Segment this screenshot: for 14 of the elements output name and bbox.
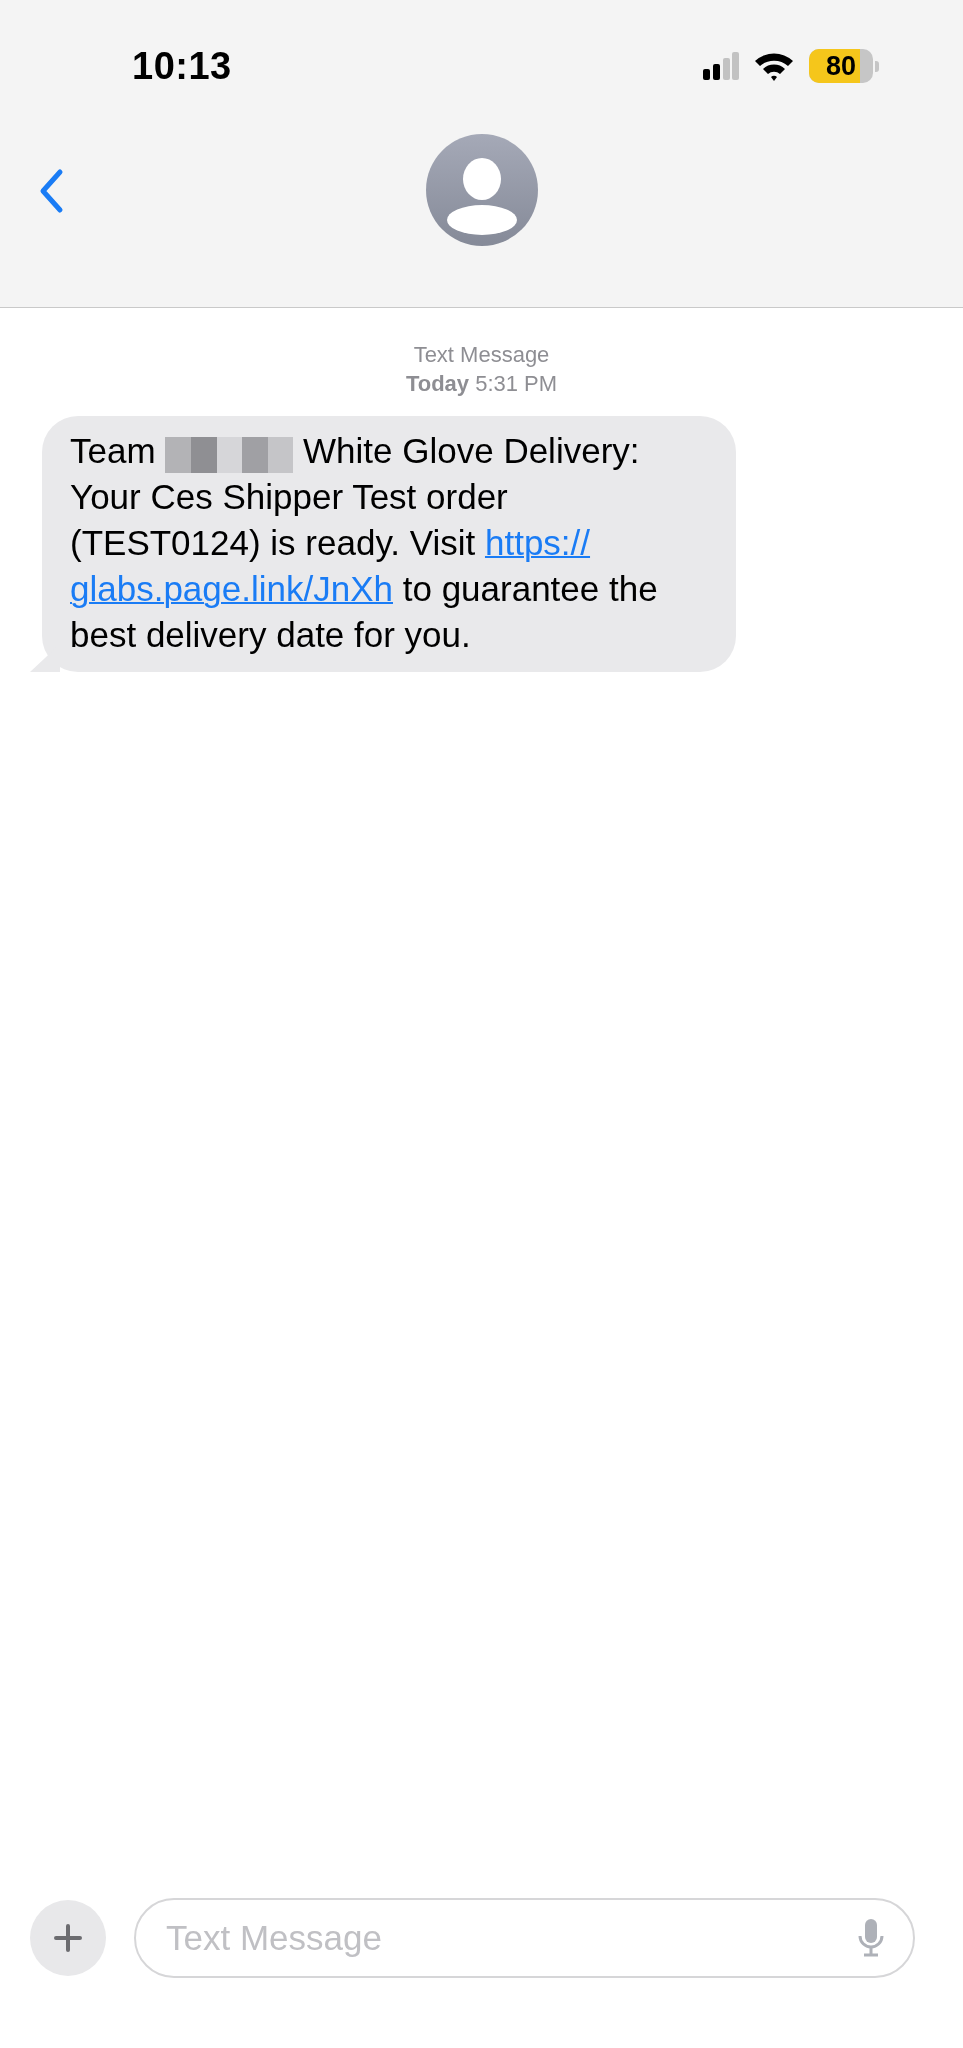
back-chevron-icon[interactable] [38,168,64,214]
input-field-frame[interactable]: Text Message [134,1898,915,1978]
message-link[interactable]: https:// [484,523,591,562]
battery-percent: 80 [824,50,857,83]
message-timestamp: Today 5:31 PM [405,370,558,398]
message-text: Team White Glove Delivery: Your Ces Shipper Test order (TEST0124) is ready. Visit https:// glabs.page.link/JnXh to guarantee the best delivery date for you. [70,430,659,656]
message-link[interactable]: glabs.page.link/JnXh [70,569,393,608]
microphone-icon[interactable] [857,1918,885,1958]
status-time: 10:13 [132,44,232,88]
signal-icon [703,52,739,80]
plus-icon [53,1923,83,1953]
message-input-field[interactable]: Text Message [164,1917,857,1959]
contact-avatar-icon[interactable] [425,134,538,246]
thread-label: Text Message [413,341,550,369]
